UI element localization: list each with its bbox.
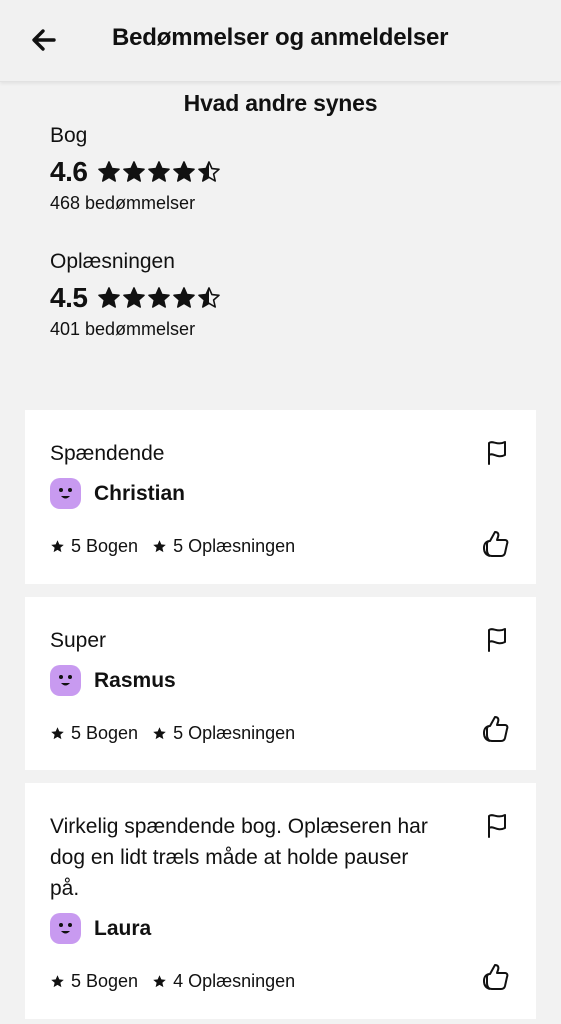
review-ratings: 5 Bogen 5 Oplæsningen (50, 536, 309, 557)
star-icon (51, 727, 64, 740)
narration-rating: 5 Oplæsningen (152, 536, 295, 557)
report-button[interactable] (484, 811, 510, 839)
smiley-avatar-icon (50, 913, 81, 944)
book-rating-value: 5 Bogen (71, 536, 139, 556)
book-label: Bog (50, 124, 88, 147)
star-half-icon (198, 161, 221, 182)
report-button[interactable] (484, 438, 510, 466)
book-rating: 5 Bogen (50, 723, 138, 744)
thumbs-up-icon (483, 531, 509, 557)
star-filled-icon (123, 161, 146, 182)
flag-icon (488, 441, 506, 465)
book-stars (97, 160, 221, 184)
smiley-avatar-icon (50, 665, 81, 696)
review-ratings: 5 Bogen 5 Oplæsningen (50, 723, 309, 744)
book-rating-value: 5 Bogen (71, 723, 139, 743)
book-rating-summary: Bog 4.6 468 bedømmelser (50, 124, 221, 214)
top-app-bar: Bedømmelser og anmeldelser (0, 0, 561, 82)
like-button[interactable] (480, 713, 510, 743)
author-name: Laura (94, 916, 152, 940)
book-rating: 5 Bogen (50, 971, 138, 992)
arrow-left-icon (32, 29, 56, 51)
book-rating-count: 468 bedømmelser (50, 193, 196, 213)
review-card: Super Rasmus 5 Bogen 5 Oplæsningen (25, 597, 536, 770)
report-button[interactable] (484, 625, 510, 653)
narration-label: Oplæsningen (50, 250, 175, 273)
narration-rating-summary: Oplæsningen 4.5 401 bedømmelser (50, 250, 221, 340)
narration-score: 4.5 (50, 282, 88, 313)
review-ratings: 5 Bogen 4 Oplæsningen (50, 971, 309, 992)
review-card: Spændende Christian 5 Bogen 5 Oplæsninge… (25, 410, 536, 584)
star-filled-icon (148, 287, 171, 308)
star-filled-icon (173, 161, 196, 182)
star-icon (51, 540, 64, 553)
star-filled-icon (123, 287, 146, 308)
back-button[interactable] (26, 22, 62, 58)
page-title: Bedømmelser og anmeldelser (112, 24, 449, 51)
star-half-icon (198, 287, 221, 308)
narration-rating: 5 Oplæsningen (152, 723, 295, 744)
review-author: Laura (50, 913, 151, 944)
author-name: Rasmus (94, 668, 176, 692)
narration-rating-count: 401 bedømmelser (50, 319, 196, 339)
narration-rating: 4 Oplæsningen (152, 971, 295, 992)
star-icon (51, 975, 64, 988)
star-filled-icon (173, 287, 196, 308)
star-icon (153, 727, 166, 740)
like-button[interactable] (480, 528, 510, 558)
star-filled-icon (98, 161, 121, 182)
review-text: Super (50, 629, 107, 652)
like-button[interactable] (480, 961, 510, 991)
narration-stars (97, 286, 221, 310)
thumbs-up-icon (483, 716, 509, 742)
smiley-avatar-icon (50, 478, 81, 509)
star-icon (153, 540, 166, 553)
flag-icon (488, 814, 506, 838)
section-title: Hvad andre synes (183, 90, 378, 116)
flag-icon (488, 628, 506, 652)
review-author: Rasmus (50, 665, 176, 696)
review-author: Christian (50, 478, 185, 509)
star-icon (153, 975, 166, 988)
star-filled-icon (148, 161, 171, 182)
review-text: Spændende (50, 442, 165, 465)
review-text: Virkelig spændende bog. Oplæseren har do… (50, 815, 428, 900)
book-rating-value: 5 Bogen (71, 971, 139, 991)
star-filled-icon (98, 287, 121, 308)
narration-rating-value: 5 Oplæsningen (173, 536, 296, 556)
narration-rating-value: 4 Oplæsningen (173, 971, 296, 991)
book-score: 4.6 (50, 156, 88, 187)
thumbs-up-icon (483, 964, 509, 990)
author-name: Christian (94, 481, 186, 505)
review-card: Virkelig spændende bog. Oplæseren har do… (25, 783, 536, 1019)
book-rating: 5 Bogen (50, 536, 138, 557)
narration-rating-value: 5 Oplæsningen (173, 723, 296, 743)
